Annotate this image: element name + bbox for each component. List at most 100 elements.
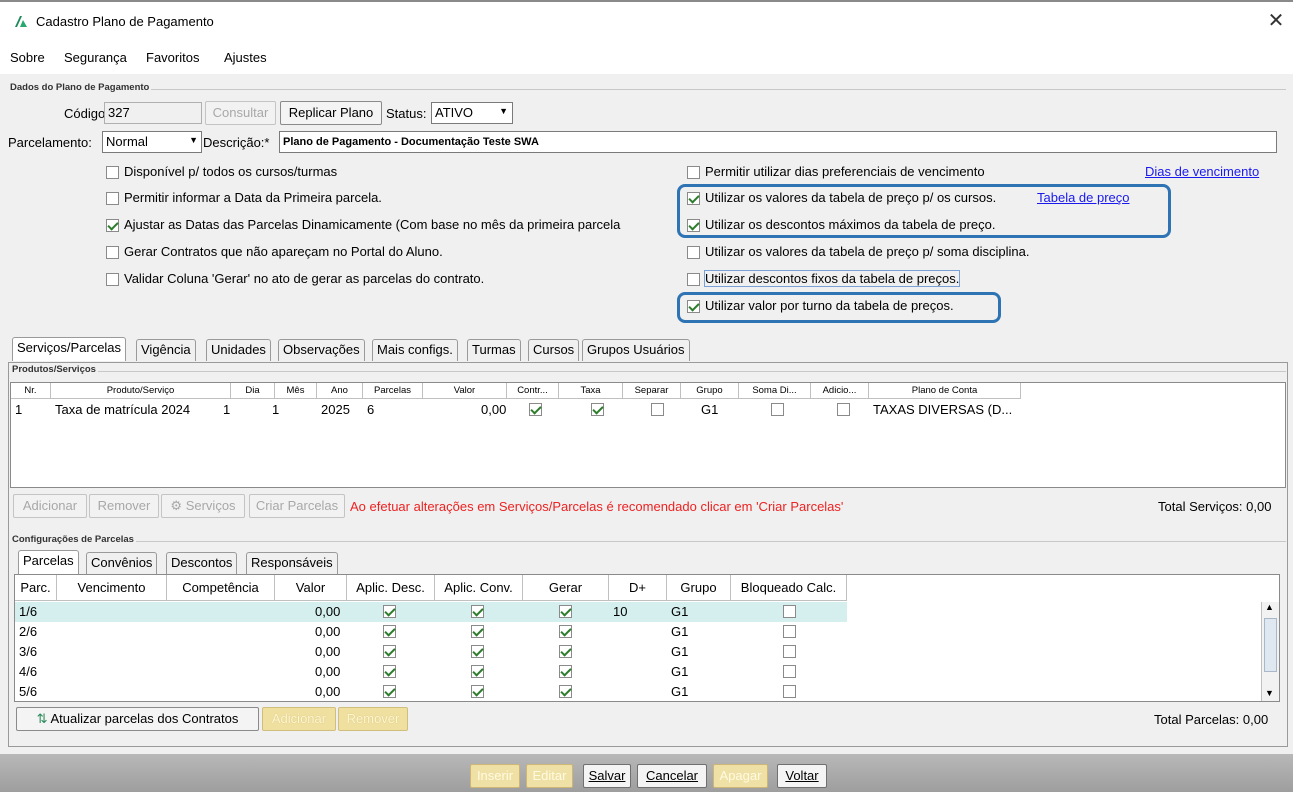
checkbox-soma[interactable] — [771, 403, 784, 416]
menu-favoritos[interactable]: Favoritos — [146, 50, 199, 65]
codigo-field[interactable]: 327 — [104, 102, 202, 124]
apagar-button[interactable]: Apagar — [713, 764, 768, 788]
checkbox-bloqueado[interactable] — [783, 665, 796, 678]
column-header[interactable]: Vencimento — [57, 575, 167, 601]
tab-convenios[interactable]: Convênios — [86, 552, 158, 574]
checkbox-gerar[interactable] — [559, 665, 572, 678]
table-row[interactable]: 1/6 0,00 10 G1 — [15, 602, 847, 622]
column-header[interactable]: Plano de Conta — [869, 383, 1021, 399]
tab-unidades[interactable]: Unidades — [206, 339, 271, 361]
column-header[interactable]: Adicio... — [811, 383, 869, 399]
remover-servico-button[interactable]: Remover — [89, 494, 159, 518]
checkbox-aplic-conv[interactable] — [471, 685, 484, 698]
checkbox-aplic-conv[interactable] — [471, 665, 484, 678]
column-header[interactable]: Contr... — [507, 383, 559, 399]
criar-parcelas-button[interactable]: Criar Parcelas — [249, 494, 345, 518]
column-header[interactable]: Produto/Serviço — [51, 383, 231, 399]
tab-observacoes[interactable]: Observações — [278, 339, 365, 361]
checkbox-adicio[interactable] — [837, 403, 850, 416]
checkbox-aplic-conv[interactable] — [471, 605, 484, 618]
column-header[interactable]: Grupo — [681, 383, 739, 399]
column-header[interactable]: Taxa — [559, 383, 623, 399]
table-row[interactable]: 2/6 0,00 G1 — [15, 622, 847, 642]
scroll-up-icon[interactable]: ▲ — [1265, 602, 1274, 612]
tab-cursos[interactable]: Cursos — [528, 339, 580, 361]
checkbox-separar[interactable] — [651, 403, 664, 416]
tab-mais-configs[interactable]: Mais configs. — [372, 339, 458, 361]
column-header[interactable]: Parcelas — [363, 383, 423, 399]
checkbox-data-primeira[interactable] — [106, 192, 119, 205]
checkbox-soma-disciplina[interactable] — [687, 246, 700, 259]
close-icon[interactable]: ✕ — [1262, 8, 1290, 36]
checkbox-validar-coluna[interactable] — [106, 273, 119, 286]
descricao-field[interactable]: Plano de Pagamento - Documentação Teste … — [279, 131, 1277, 153]
checkbox-gerar[interactable] — [559, 645, 572, 658]
dias-vencimento-link[interactable]: Dias de vencimento — [1145, 164, 1259, 179]
checkbox-bloqueado[interactable] — [783, 625, 796, 638]
scroll-thumb[interactable] — [1264, 618, 1277, 672]
table-row[interactable]: 3/6 0,00 G1 — [15, 642, 847, 662]
status-select[interactable]: ATIVO ▼ — [431, 102, 513, 124]
tab-vigencia[interactable]: Vigência — [136, 339, 196, 361]
cancelar-button[interactable]: Cancelar — [637, 764, 707, 788]
replicar-plano-button[interactable]: Replicar Plano — [280, 101, 382, 125]
tab-responsaveis[interactable]: Responsáveis — [246, 552, 338, 574]
parcelamento-select[interactable]: Normal ▼ — [102, 131, 202, 153]
salvar-button[interactable]: Salvar — [583, 764, 631, 788]
menu-sobre[interactable]: Sobre — [10, 50, 45, 65]
column-header[interactable]: Soma Di... — [739, 383, 811, 399]
column-header[interactable]: Competência — [167, 575, 275, 601]
checkbox-gerar-contratos[interactable] — [106, 246, 119, 259]
checkbox-gerar[interactable] — [559, 685, 572, 698]
checkbox-aplic-desc[interactable] — [383, 625, 396, 638]
checkbox-gerar[interactable] — [559, 605, 572, 618]
menu-ajustes[interactable]: Ajustes — [224, 50, 267, 65]
remover-parcela-button[interactable]: Remover — [338, 707, 408, 731]
checkbox-aplic-conv[interactable] — [471, 625, 484, 638]
checkbox-bloqueado[interactable] — [783, 645, 796, 658]
checkbox-bloqueado[interactable] — [783, 685, 796, 698]
table-row[interactable]: 5/6 0,00 G1 — [15, 682, 847, 701]
editar-button[interactable]: Editar — [526, 764, 573, 788]
table-row[interactable]: 4/6 0,00 G1 — [15, 662, 847, 682]
tab-descontos[interactable]: Descontos — [166, 552, 238, 574]
column-header[interactable]: Dia — [231, 383, 275, 399]
checkbox-aplic-desc[interactable] — [383, 665, 396, 678]
vertical-scrollbar[interactable]: ▲ ▼ — [1261, 602, 1279, 701]
column-header[interactable]: Bloqueado Calc. — [731, 575, 847, 601]
column-header[interactable]: Separar — [623, 383, 681, 399]
column-header[interactable]: Nr. — [11, 383, 51, 399]
tab-parcelas[interactable]: Parcelas — [18, 550, 79, 574]
checkbox-disponivel[interactable] — [106, 166, 119, 179]
inserir-button[interactable]: Inserir — [470, 764, 520, 788]
tab-grupos-usuarios[interactable]: Grupos Usuários — [582, 339, 690, 361]
column-header[interactable]: Aplic. Conv. — [435, 575, 523, 601]
column-header[interactable]: Ano — [317, 383, 363, 399]
adicionar-servico-button[interactable]: Adicionar — [13, 494, 87, 518]
voltar-button[interactable]: Voltar — [777, 764, 827, 788]
column-header[interactable]: Valor — [275, 575, 347, 601]
scroll-down-icon[interactable]: ▼ — [1265, 688, 1274, 698]
column-header[interactable]: Grupo — [667, 575, 731, 601]
checkbox-contr[interactable] — [529, 403, 542, 416]
checkbox-gerar[interactable] — [559, 625, 572, 638]
checkbox-bloqueado[interactable] — [783, 605, 796, 618]
checkbox-dias-preferenciais[interactable] — [687, 166, 700, 179]
checkbox-aplic-conv[interactable] — [471, 645, 484, 658]
checkbox-aplic-desc[interactable] — [383, 645, 396, 658]
tab-servicos-parcelas[interactable]: Serviços/Parcelas — [12, 337, 127, 361]
table-row[interactable]: 1 Taxa de matrícula 2024 1 1 2025 6 0,00… — [11, 400, 1021, 420]
column-header[interactable]: D+ — [609, 575, 667, 601]
checkbox-taxa[interactable] — [591, 403, 604, 416]
tab-turmas[interactable]: Turmas — [467, 339, 521, 361]
column-header[interactable]: Mês — [275, 383, 317, 399]
adicionar-parcela-button[interactable]: Adicionar — [262, 707, 336, 731]
column-header[interactable]: Aplic. Desc. — [347, 575, 435, 601]
checkbox-aplic-desc[interactable] — [383, 685, 396, 698]
atualizar-parcelas-button[interactable]: ⇅ Atualizar parcelas dos Contratos — [16, 707, 259, 731]
column-header[interactable]: Valor — [423, 383, 507, 399]
column-header[interactable]: Gerar — [523, 575, 609, 601]
consultar-button[interactable]: Consultar — [205, 101, 276, 125]
checkbox-descontos-fixos[interactable] — [687, 273, 700, 286]
column-header[interactable]: Parc. — [15, 575, 57, 601]
